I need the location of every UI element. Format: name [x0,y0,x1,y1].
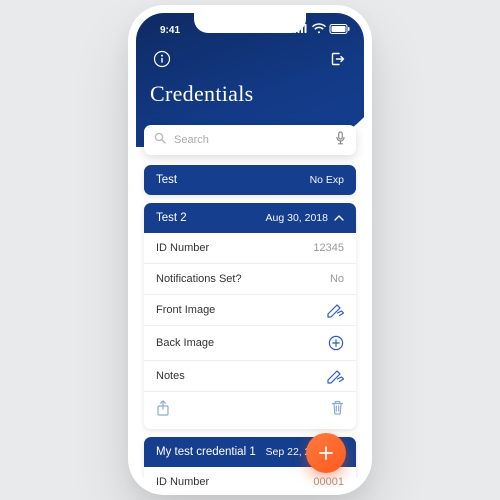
info-button[interactable] [150,47,174,71]
detail-row: ID Number 12345 [144,233,356,264]
add-fab[interactable] [306,433,346,473]
wifi-icon [312,24,326,37]
credential-header[interactable]: Test 2 Aug 30, 2018 [144,203,356,233]
credential-header[interactable]: Test No Exp [144,165,356,195]
credential-meta: Aug 30, 2018 [266,212,328,224]
battery-icon [330,24,350,37]
credential-card: Test No Exp [144,165,356,195]
credential-title: My test credential 1 [156,446,266,458]
chevron-up-icon [334,212,344,224]
credential-title: Test [156,174,310,186]
detail-row[interactable]: Front Image [144,295,356,326]
search-input[interactable] [174,134,327,146]
mic-icon[interactable] [335,131,346,150]
detail-label: Notes [156,370,185,382]
credential-meta: No Exp [310,174,344,186]
edit-icon[interactable] [326,304,344,316]
device-frame: 9:41 Credentials [128,5,372,495]
detail-value: No [330,273,344,285]
exit-button[interactable] [326,47,350,71]
status-time: 9:41 [160,25,180,36]
add-icon[interactable] [328,335,344,351]
card-actions [144,392,356,429]
credential-card: Test 2 Aug 30, 2018 ID Number 12345 Noti… [144,203,356,429]
edit-icon[interactable] [326,370,344,382]
detail-label: Back Image [156,337,214,349]
notch [194,13,306,33]
detail-label: Front Image [156,304,215,316]
delete-button[interactable] [331,400,344,421]
detail-label: ID Number [156,242,209,254]
search-bar[interactable] [144,125,356,155]
credential-title: Test 2 [156,212,266,224]
share-button[interactable] [156,400,170,421]
detail-label: Notifications Set? [156,273,242,285]
detail-row: Notifications Set? No [144,264,356,295]
detail-row[interactable]: Back Image [144,326,356,361]
top-bar [150,47,350,71]
screen: 9:41 Credentials [136,13,364,487]
detail-label: ID Number [156,476,209,487]
detail-row[interactable]: Notes [144,361,356,392]
page-title: Credentials [150,81,350,107]
search-icon [154,131,166,149]
detail-value: 12345 [313,242,344,254]
detail-value: 00001 [313,476,344,487]
